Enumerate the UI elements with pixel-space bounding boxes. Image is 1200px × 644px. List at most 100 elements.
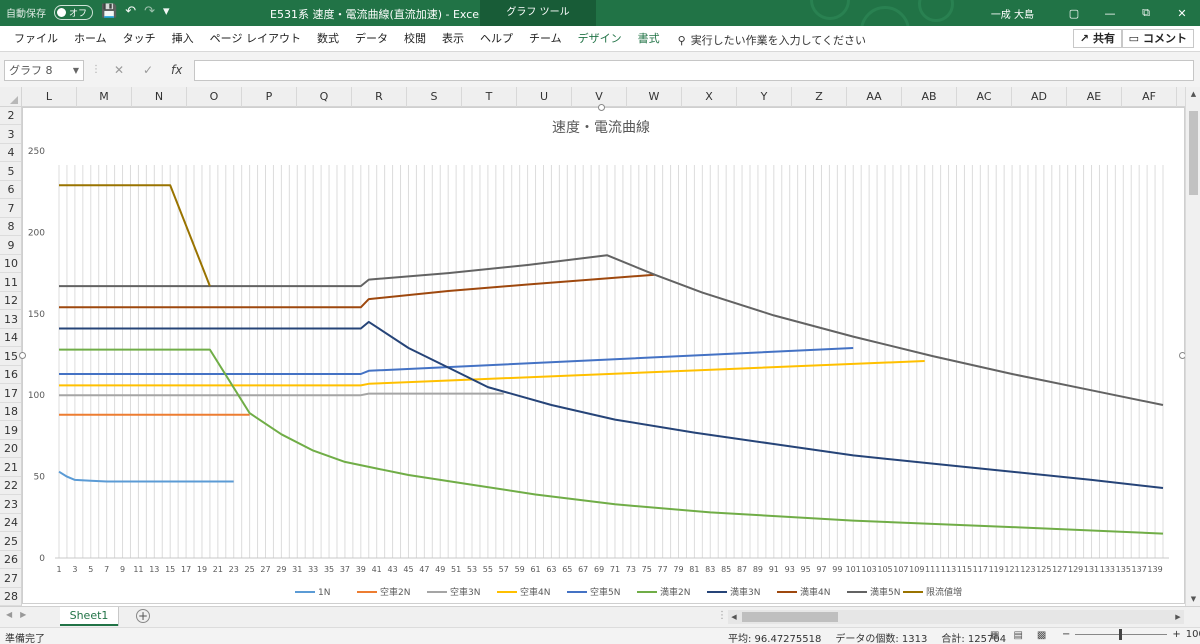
tab-insert[interactable]: 挿入	[164, 32, 202, 48]
zoom-in-icon[interactable]: +	[1172, 629, 1180, 640]
tab-view[interactable]: 表示	[434, 32, 472, 48]
row-header-14[interactable]: 14	[0, 329, 21, 347]
column-header-ae[interactable]: AE	[1067, 87, 1122, 107]
row-header-18[interactable]: 18	[0, 403, 21, 421]
column-header-l[interactable]: L	[22, 87, 77, 107]
restore-icon[interactable]: ⧉	[1128, 6, 1164, 20]
selection-stats[interactable]: 平均: 96.47275518 データの個数: 1313 合計: 125704	[728, 630, 1006, 644]
row-header-10[interactable]: 10	[0, 255, 21, 273]
chart-object[interactable]: 速度・電流曲線 0 50 100 150 200 250 1 3 5 7 9 11 13 15 17 19 21 2…	[19, 104, 1186, 604]
column-header-ab[interactable]: AB	[902, 87, 957, 107]
tab-data[interactable]: データ	[347, 32, 396, 48]
resize-handle-top[interactable]	[598, 104, 605, 111]
column-header-y[interactable]: Y	[737, 87, 792, 107]
column-header-af[interactable]: AF	[1122, 87, 1177, 107]
column-header-ac[interactable]: AC	[957, 87, 1012, 107]
row-header-8[interactable]: 8	[0, 218, 21, 236]
tab-splitter-icon[interactable]: ⋮	[717, 610, 727, 621]
share-button[interactable]: ↗ 共有	[1072, 29, 1122, 48]
customize-toolbar-icon[interactable]: ▾	[163, 4, 170, 20]
tab-review[interactable]: 校閲	[396, 32, 434, 48]
column-header-q[interactable]: Q	[297, 87, 352, 107]
zoom-level[interactable]: 100%	[1186, 629, 1200, 640]
vertical-scrollbar[interactable]: ▲ ▼	[1185, 87, 1200, 606]
tab-home[interactable]: ホーム	[66, 32, 115, 48]
enter-icon[interactable]: ✓	[143, 63, 153, 77]
autosave-toggle[interactable]: オフ	[54, 4, 94, 20]
column-header-ad[interactable]: AD	[1012, 87, 1067, 107]
cancel-icon[interactable]: ✕	[114, 63, 124, 77]
column-header-p[interactable]: P	[242, 87, 297, 107]
horizontal-scrollbar[interactable]: ◀ ▶	[728, 610, 1184, 624]
row-header-27[interactable]: 27	[0, 570, 21, 588]
row-header-12[interactable]: 12	[0, 292, 21, 310]
tab-help[interactable]: ヘルプ	[472, 32, 521, 48]
row-header-6[interactable]: 6	[0, 181, 21, 199]
column-header-w[interactable]: W	[627, 87, 682, 107]
zoom-out-icon[interactable]: −	[1062, 629, 1070, 640]
tab-touch[interactable]: タッチ	[115, 32, 164, 48]
resize-handle-left[interactable]	[19, 352, 26, 359]
horizontal-scroll-thumb[interactable]	[742, 612, 838, 622]
sheet-nav-arrows-icon[interactable]: ◀▶	[6, 610, 34, 619]
tab-team[interactable]: チーム	[521, 32, 570, 48]
page-layout-view-icon[interactable]: ▤	[1013, 630, 1022, 641]
user-name[interactable]: 一成 大島	[991, 6, 1034, 21]
name-box[interactable]: グラフ 8 ▼	[4, 60, 84, 81]
row-header-11[interactable]: 11	[0, 274, 21, 292]
row-header-21[interactable]: 21	[0, 459, 21, 477]
row-header-2[interactable]: 2	[0, 107, 21, 125]
zoom-slider-thumb[interactable]	[1119, 629, 1123, 640]
page-break-view-icon[interactable]: ▩	[1037, 630, 1046, 641]
row-header-7[interactable]: 7	[0, 200, 21, 218]
tab-page-layout[interactable]: ページ レイアウト	[202, 32, 309, 48]
column-header-o[interactable]: O	[187, 87, 242, 107]
row-header-3[interactable]: 3	[0, 126, 21, 144]
normal-view-icon[interactable]: ▦	[990, 630, 999, 641]
select-all-corner[interactable]	[0, 87, 22, 107]
scroll-down-icon[interactable]: ▼	[1186, 592, 1200, 606]
add-sheet-icon[interactable]: +	[136, 609, 150, 623]
column-header-u[interactable]: U	[517, 87, 572, 107]
row-header-16[interactable]: 16	[0, 366, 21, 384]
undo-icon[interactable]: ↶	[125, 4, 136, 20]
row-header-25[interactable]: 25	[0, 533, 21, 551]
column-header-aa[interactable]: AA	[847, 87, 902, 107]
minimize-icon[interactable]: —	[1092, 7, 1128, 20]
close-icon[interactable]: ✕	[1164, 7, 1200, 20]
sheet-tab-sheet1[interactable]: Sheet1	[60, 607, 118, 626]
column-header-z[interactable]: Z	[792, 87, 847, 107]
column-header-s[interactable]: S	[407, 87, 462, 107]
row-header-28[interactable]: 28	[0, 588, 21, 606]
row-header-17[interactable]: 17	[0, 385, 21, 403]
insert-function-icon[interactable]: fx	[171, 63, 182, 77]
vertical-scroll-thumb[interactable]	[1189, 111, 1198, 195]
row-header-5[interactable]: 5	[0, 163, 21, 181]
zoom-slider[interactable]	[1075, 629, 1168, 640]
ribbon-display-options-icon[interactable]: ▢	[1056, 7, 1092, 20]
tell-me-box[interactable]: ⚲ 実行したい作業を入力してください	[668, 32, 866, 48]
column-header-m[interactable]: M	[77, 87, 132, 107]
formula-input[interactable]	[194, 60, 1194, 81]
scroll-up-icon[interactable]: ▲	[1186, 87, 1200, 101]
redo-icon[interactable]: ↷	[144, 4, 155, 20]
row-header-24[interactable]: 24	[0, 514, 21, 532]
tab-format[interactable]: 書式	[630, 32, 668, 48]
column-header-n[interactable]: N	[132, 87, 187, 107]
comments-button[interactable]: ▭ コメント	[1121, 29, 1194, 48]
row-header-4[interactable]: 4	[0, 144, 21, 162]
row-header-26[interactable]: 26	[0, 551, 21, 569]
column-header-r[interactable]: R	[352, 87, 407, 107]
row-header-23[interactable]: 23	[0, 496, 21, 514]
row-header-13[interactable]: 13	[0, 311, 21, 329]
tab-formulas[interactable]: 数式	[309, 32, 347, 48]
column-header-x[interactable]: X	[682, 87, 737, 107]
tab-design[interactable]: デザイン	[570, 32, 630, 48]
column-header-t[interactable]: T	[462, 87, 517, 107]
scroll-left-icon[interactable]: ◀	[728, 610, 740, 624]
save-icon[interactable]: 💾	[101, 4, 117, 20]
scroll-right-icon[interactable]: ▶	[1172, 610, 1184, 624]
row-header-22[interactable]: 22	[0, 477, 21, 495]
row-header-20[interactable]: 20	[0, 440, 21, 458]
chevron-down-icon[interactable]: ▼	[73, 61, 79, 80]
